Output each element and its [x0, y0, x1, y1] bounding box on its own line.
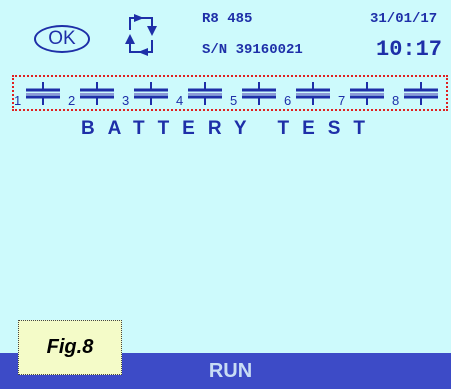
- figure-label: Fig.8: [18, 320, 122, 375]
- serial-number: S/N 39160021: [202, 42, 303, 58]
- cell-number: 2: [68, 93, 76, 108]
- battery-cell-icon: [242, 82, 276, 105]
- cell-number: 7: [338, 93, 346, 108]
- cell-number: 1: [14, 93, 22, 108]
- cycle-arrows-icon: [125, 14, 157, 56]
- battery-cell-icon: [404, 82, 438, 105]
- date-display: 31/01/17: [370, 11, 438, 27]
- cell-number: 6: [284, 93, 292, 108]
- ok-button[interactable]: OK: [34, 25, 90, 53]
- status-label: RUN: [208, 359, 253, 382]
- model-label: R8 485: [202, 11, 253, 27]
- battery-cell-icon: [80, 82, 114, 105]
- time-display: 10:17: [376, 37, 443, 62]
- ok-label: OK: [48, 28, 76, 49]
- page-title: BATTERY TEST: [80, 118, 379, 139]
- battery-cell-icon: [134, 82, 168, 105]
- cell-number: 5: [230, 93, 238, 108]
- cell-number: 3: [122, 93, 130, 108]
- battery-cell-icon: [188, 82, 222, 105]
- battery-cell-icon: [350, 82, 384, 105]
- battery-cells-row: 1 2 3 4 5 6 7 8: [12, 75, 448, 111]
- battery-cell-icon: [296, 82, 330, 105]
- figure-label-text: Fig.8: [46, 336, 94, 358]
- battery-cell-icon: [26, 82, 60, 105]
- cell-number: 4: [176, 93, 184, 108]
- cell-number: 8: [392, 93, 400, 108]
- device-screen: OK R8 485 S/N 39160021 31/01/17 10:17 1 2…: [0, 0, 451, 389]
